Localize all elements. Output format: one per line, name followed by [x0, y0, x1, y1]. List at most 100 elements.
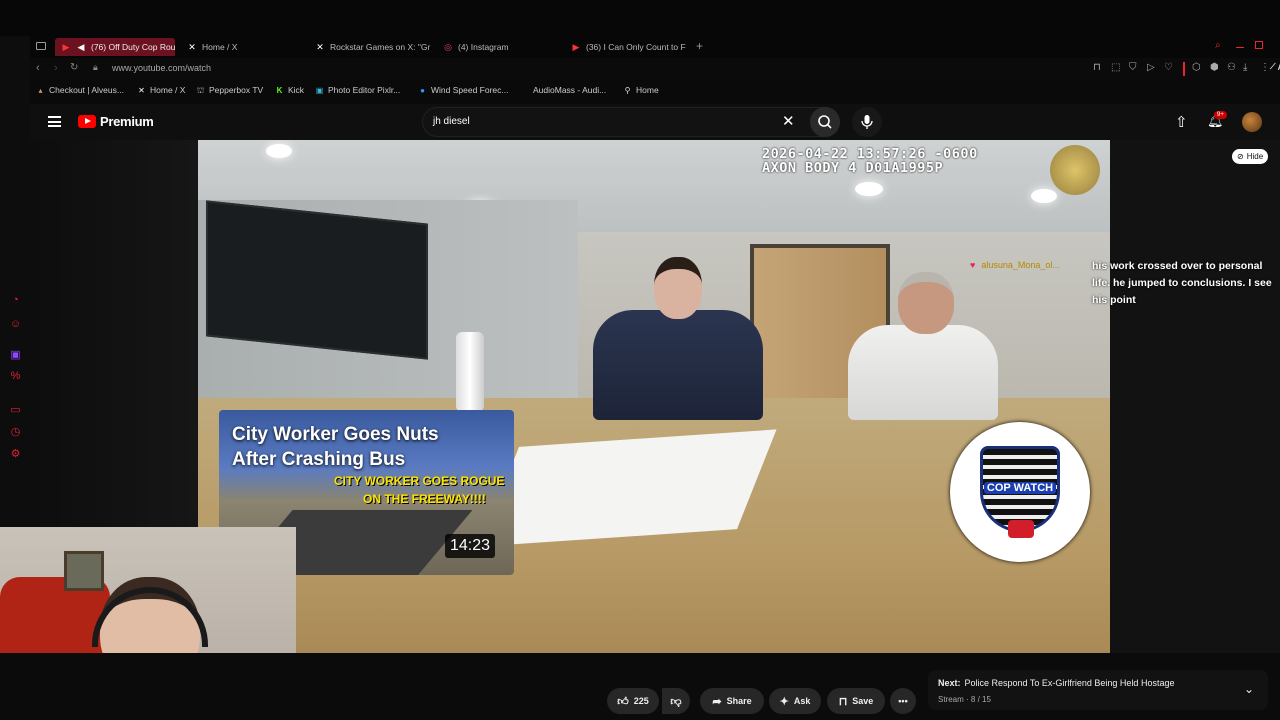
hide-chat-button[interactable]: ⊘ Hide: [1232, 149, 1269, 164]
bookmark-icon[interactable]: ⊓: [1093, 62, 1101, 73]
url-field[interactable]: www.youtube.com/watch: [112, 63, 211, 73]
upload-icon[interactable]: ⇧: [1175, 113, 1188, 131]
tab-instagram[interactable]: ◎ (4) Instagram: [443, 38, 553, 56]
thumbnail-caption-line2: ON THE FREEWAY!!!!: [363, 492, 486, 506]
up-next-meta: Stream · 8 / 15: [938, 695, 991, 704]
tab-count[interactable]: ▶ (36) I Can Only Count to F: [571, 38, 689, 56]
sparkle-icon: ✦: [779, 695, 789, 708]
more-dots-icon: •••: [898, 696, 908, 706]
bookmark-audiomass[interactable]: AudioMass - Audi...: [520, 85, 606, 95]
x-icon: ✕: [138, 85, 145, 95]
microphone-icon: [861, 115, 873, 129]
sidebar-wallet-icon[interactable]: ▭: [9, 404, 22, 417]
bookmark-label: Kick: [288, 85, 305, 95]
bookmark-checkout[interactable]: ▴ Checkout | Alveus...: [36, 85, 123, 95]
flow-icon[interactable]: ⬢: [1210, 62, 1219, 73]
tab-off-duty-cop[interactable]: ▶ ◀ (76) Off Duty Cop Roug: [55, 38, 175, 56]
video-player[interactable]: 2026-04-22 13:57:26 -0600 AXON BODY 4 D0…: [198, 140, 1110, 653]
like-button[interactable]: 👍︎ 225: [607, 688, 659, 714]
maximize-icon[interactable]: [1255, 41, 1263, 49]
voice-search-button[interactable]: [852, 107, 882, 137]
hamburger-menu-icon[interactable]: [48, 116, 61, 127]
sidebar-settings-icon[interactable]: ⚙: [9, 448, 22, 461]
more-actions-button[interactable]: •••: [890, 688, 916, 714]
sidebar-history-icon[interactable]: ◷: [9, 426, 22, 439]
workspaces-icon[interactable]: [36, 42, 46, 50]
ai-button[interactable]: ⟋ AI: [1270, 62, 1280, 72]
bookmark-pepperbox[interactable]: ⛫ Pepperbox TV: [196, 85, 263, 95]
tab-home-x[interactable]: ✕ Home / X: [187, 38, 297, 56]
up-next-prefix: Next:: [938, 678, 961, 688]
browser-tab-bar: ▶ ◀ (76) Off Duty Cop Roug ✕ Home / X ✕ …: [0, 0, 1280, 58]
badge-camera-icon: [1008, 520, 1034, 538]
bookmark-pixlr[interactable]: ▣ Photo Editor Pixlr...: [315, 85, 401, 95]
sidebar-bot-icon[interactable]: ☺: [9, 318, 22, 331]
speaker-icon[interactable]: ◀: [76, 42, 86, 52]
search-button[interactable]: [810, 107, 840, 137]
bookmark-label: Home: [636, 85, 659, 95]
extensions-icon[interactable]: ⬡: [1192, 62, 1201, 73]
ceiling-light: [855, 182, 883, 196]
separator: [1183, 62, 1185, 76]
search-input[interactable]: jh diesel: [433, 116, 470, 127]
player-icon[interactable]: ▷: [1147, 62, 1155, 73]
bookmark-kick[interactable]: K Kick: [275, 85, 304, 95]
reload-icon[interactable]: ↻: [70, 62, 78, 73]
person-right-head: [898, 272, 954, 334]
menu-dots-icon[interactable]: ⋮: [1260, 62, 1270, 73]
webcam-picture-frame: [64, 551, 104, 591]
clear-search-icon[interactable]: ✕: [782, 112, 795, 130]
sidebar-percent-icon[interactable]: %: [9, 370, 22, 383]
site-info-icon[interactable]: 🔒︎: [93, 62, 98, 73]
kick-icon: K: [276, 85, 283, 95]
ceiling-light: [266, 144, 292, 158]
up-next-video-title: Police Respond To Ex-Girlfriend Being He…: [964, 678, 1175, 688]
up-next-panel[interactable]: Next: Police Respond To Ex-Girlfriend Be…: [928, 670, 1268, 710]
sidebar-ai-icon[interactable]: ◔: [9, 294, 22, 307]
chat-message: his work crossed over to personal life. …: [1092, 260, 1272, 306]
new-tab-plus-icon[interactable]: +: [696, 39, 703, 53]
ask-button[interactable]: ✦ Ask: [769, 688, 821, 714]
youtube-logo[interactable]: Premium: [78, 114, 154, 129]
share-label: Share: [726, 696, 752, 706]
account-icon[interactable]: ⚇: [1227, 62, 1236, 73]
share-icon: ➦: [712, 695, 722, 708]
bookmark-label: Pepperbox TV: [209, 85, 264, 95]
tab-rockstar[interactable]: ✕ Rockstar Games on X: "Gr: [315, 38, 431, 56]
minimize-icon[interactable]: [1236, 47, 1244, 48]
save-button[interactable]: ⊓ Save: [827, 688, 885, 714]
share-button[interactable]: ➦ Share: [700, 688, 764, 714]
adblock-icon[interactable]: ⛉: [1129, 62, 1137, 73]
thumbnail-title-line2: After Crashing Bus: [232, 449, 406, 470]
downloads-icon[interactable]: ⤓: [1243, 62, 1247, 73]
bookmark-wind[interactable]: ● Wind Speed Forec...: [418, 85, 508, 95]
search-tabs-icon[interactable]: ⌕: [1215, 40, 1221, 51]
heart-icon[interactable]: ♡: [1164, 62, 1173, 73]
chat-author: ♥ alusuna_Mona_ol...: [970, 260, 1090, 270]
youtube-icon: ▶: [572, 42, 580, 52]
person-center-head: [654, 257, 702, 319]
search-box[interactable]: jh diesel ✕: [422, 107, 840, 137]
shop-icon: ▴: [38, 85, 43, 95]
youtube-icon: ▶: [62, 42, 70, 52]
dislike-button[interactable]: 👎︎: [662, 688, 690, 714]
bookmark-home[interactable]: ⚲ Home: [623, 85, 659, 95]
bookmark-home-x[interactable]: ✕ Home / X: [137, 85, 185, 95]
tab-label: (4) Instagram: [458, 42, 509, 52]
pixlr-icon: ▣: [315, 85, 324, 95]
thumbs-down-icon: 👎︎: [670, 695, 682, 708]
youtube-play-icon: [78, 115, 96, 128]
sidebar-twitch-icon[interactable]: ▣: [9, 349, 22, 362]
water-bottle: [456, 332, 484, 412]
tab-label: (76) Off Duty Cop Roug: [91, 42, 175, 52]
chat-username: alusuna_Mona_ol...: [981, 260, 1060, 270]
address-bar: ‹ › ↻ 🔒︎ www.youtube.com/watch ⊓ ⬚ ⛉ ▷ ♡…: [30, 58, 1280, 80]
back-icon[interactable]: ‹: [36, 62, 40, 74]
eye-slash-icon: ⊘: [1237, 152, 1244, 161]
snapshot-icon[interactable]: ⬚: [1111, 62, 1120, 73]
avatar[interactable]: [1242, 112, 1262, 132]
forward-icon[interactable]: ›: [54, 62, 58, 74]
instagram-icon: ◎: [444, 42, 452, 52]
notification-count-badge: 9+: [1214, 111, 1227, 119]
chevron-down-icon[interactable]: ⌄: [1244, 682, 1254, 696]
